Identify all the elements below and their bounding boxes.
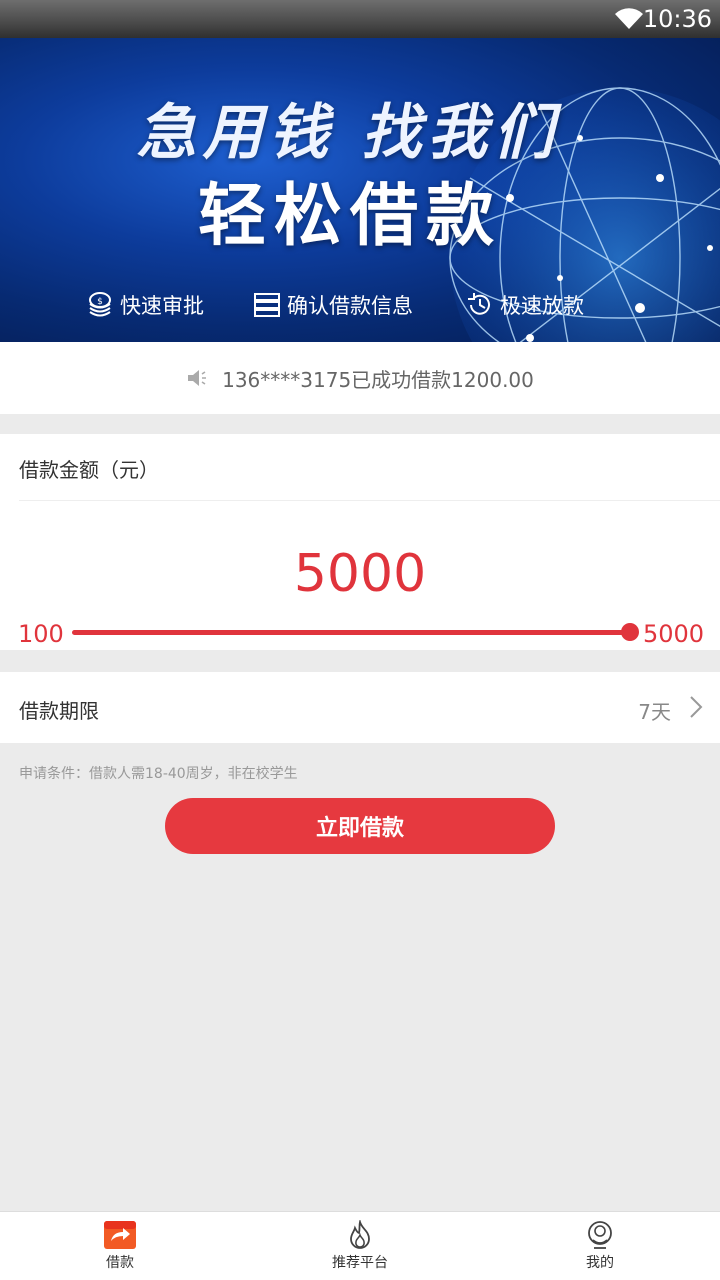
banner-headline: 急用钱 找我们 bbox=[136, 98, 560, 168]
clock-refresh-icon bbox=[468, 293, 490, 315]
profile-icon bbox=[588, 1221, 612, 1249]
promo-banner[interactable]: 急用钱 找我们 轻松借款 $ 快速审批 确认借款信息 极速放款 bbox=[0, 38, 720, 342]
loan-term-row[interactable]: 借款期限 7天 bbox=[0, 672, 720, 743]
wifi-icon bbox=[615, 8, 643, 29]
fire-icon bbox=[350, 1220, 370, 1249]
server-list-icon bbox=[254, 293, 280, 317]
loan-amount-label: 借款金额（元） bbox=[19, 458, 159, 482]
loan-amount-card: 借款金额（元） 5000 100 5000 bbox=[0, 434, 720, 650]
amount-slider-thumb[interactable] bbox=[621, 623, 639, 641]
banner-subheadline: 轻松借款 bbox=[197, 177, 502, 256]
slider-min-label: 100 bbox=[18, 620, 64, 648]
feature-fast-approval: $ 快速审批 bbox=[86, 288, 204, 322]
notice-text: 136****3175已成功借款1200.00 bbox=[222, 367, 534, 392]
tab-label: 借款 bbox=[106, 1255, 134, 1271]
speaker-icon bbox=[188, 370, 207, 386]
clock: 10:36 bbox=[642, 5, 712, 33]
loan-notice-ticker: 136****3175已成功借款1200.00 bbox=[0, 342, 720, 414]
coins-icon: $ bbox=[89, 292, 111, 317]
status-bar: 10:36 bbox=[0, 0, 720, 38]
amount-slider[interactable] bbox=[72, 630, 630, 635]
slider-max-label: 5000 bbox=[643, 620, 705, 648]
feature-label: 确认借款信息 bbox=[287, 294, 413, 318]
loan-icon bbox=[104, 1221, 136, 1249]
tab-recommended-platforms[interactable]: 推荐平台 bbox=[300, 1220, 420, 1272]
tab-loan[interactable]: 借款 bbox=[60, 1220, 180, 1272]
tab-label: 我的 bbox=[586, 1255, 614, 1271]
feature-fast-payout: 极速放款 bbox=[466, 288, 584, 322]
feature-label: 快速审批 bbox=[120, 294, 204, 318]
chevron-right-icon bbox=[690, 696, 703, 718]
loan-term-label: 借款期限 bbox=[19, 699, 99, 723]
loan-term-value: 7天 bbox=[638, 700, 671, 724]
feature-label: 极速放款 bbox=[500, 294, 584, 318]
divider bbox=[19, 500, 720, 501]
feature-confirm-info: 确认借款信息 bbox=[253, 288, 413, 322]
bottom-tab-bar: 借款 推荐平台 我的 bbox=[0, 1211, 720, 1280]
application-conditions: 申请条件：借款人需18-40周岁，非在校学生 bbox=[19, 766, 298, 782]
apply-loan-button[interactable]: 立即借款 bbox=[165, 798, 555, 854]
svg-text:$: $ bbox=[97, 297, 103, 307]
loan-amount-value: 5000 bbox=[293, 544, 427, 604]
tab-label: 推荐平台 bbox=[332, 1255, 388, 1271]
tab-profile[interactable]: 我的 bbox=[540, 1220, 660, 1272]
